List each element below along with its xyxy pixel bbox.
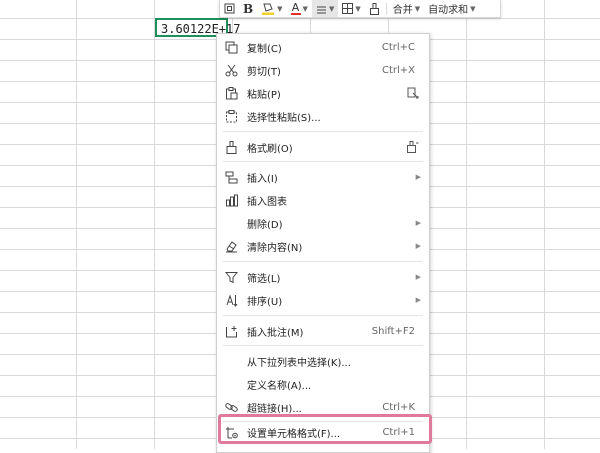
menu-item-label: 选择性粘贴(S)... bbox=[247, 112, 321, 124]
menu-item-label: 插入图表 bbox=[247, 196, 287, 208]
autosum-button[interactable]: 自动求和 ▼ bbox=[424, 0, 479, 17]
menu-separator bbox=[223, 315, 423, 316]
fill-color-icon bbox=[262, 3, 275, 15]
menu-item-copy[interactable]: 复制(C) Ctrl+C bbox=[217, 37, 429, 57]
chevron-down-icon: ▼ bbox=[470, 4, 476, 13]
menu-item-cut[interactable]: 剪切(T) Ctrl+X bbox=[217, 60, 429, 80]
chevron-down-icon: ▼ bbox=[302, 4, 308, 13]
toolbar-separator bbox=[385, 2, 387, 15]
format-cells-icon bbox=[224, 3, 235, 14]
menu-item-label: 超链接(H)... bbox=[247, 403, 302, 415]
menu-item-insert-comment[interactable]: 插入批注(M) Shift+F2 bbox=[217, 321, 429, 341]
submenu-arrow-icon: ▶ bbox=[415, 242, 421, 250]
copy-icon bbox=[224, 40, 238, 54]
borders-button[interactable]: ▼ bbox=[338, 0, 364, 17]
menu-separator bbox=[223, 345, 423, 346]
bold-button[interactable]: B bbox=[239, 0, 257, 17]
align-button[interactable]: ▼ bbox=[311, 0, 339, 17]
menu-item-clear[interactable]: 清除内容(N) ▶ bbox=[217, 236, 429, 256]
menu-item-delete[interactable]: 删除(D) ▶ bbox=[217, 213, 429, 233]
menu-item-sort[interactable]: 排序(U) ▶ bbox=[217, 290, 429, 310]
font-color-bar bbox=[290, 12, 301, 15]
align-center-icon bbox=[316, 6, 326, 13]
menu-item-format-painter[interactable]: 格式刷(O) bbox=[217, 137, 429, 157]
merge-label: 合并 bbox=[392, 5, 413, 16]
menu-item-pick-from-list[interactable]: 从下拉列表中选择(K)... bbox=[217, 351, 429, 371]
format-painter-toolbar-button[interactable] bbox=[365, 0, 384, 17]
merge-button[interactable]: 合并 ▼ bbox=[389, 0, 424, 17]
menu-item-insert[interactable]: 插入(I) ▶ bbox=[217, 167, 429, 187]
menu-item-label: 格式刷(O) bbox=[247, 143, 293, 155]
menu-separator bbox=[223, 161, 423, 162]
menu-item-shortcut: Shift+F2 bbox=[371, 325, 415, 337]
menu-item-define-name[interactable]: 定义名称(A)... bbox=[217, 374, 429, 394]
brush-icon bbox=[224, 140, 238, 154]
highlight-box bbox=[218, 414, 432, 444]
filter-icon bbox=[224, 270, 238, 284]
chevron-down-icon: ▼ bbox=[414, 4, 421, 13]
menu-item-paste[interactable]: 粘贴(P) bbox=[217, 83, 429, 103]
bold-label: B bbox=[243, 1, 254, 16]
chevron-down-icon: ▼ bbox=[328, 4, 335, 13]
menu-item-shortcut: Ctrl+C bbox=[381, 41, 415, 53]
font-color-label: A bbox=[291, 0, 300, 14]
paste-icon bbox=[224, 86, 238, 100]
menu-item-paste-special[interactable]: 选择性粘贴(S)... bbox=[217, 106, 429, 126]
fill-color-button[interactable]: ▼ bbox=[257, 0, 286, 17]
font-color-button[interactable]: A ▼ bbox=[287, 0, 312, 17]
chevron-down-icon: ▼ bbox=[355, 4, 361, 13]
sort-icon bbox=[224, 293, 238, 307]
insert-icon bbox=[224, 170, 238, 184]
menu-separator bbox=[223, 131, 423, 132]
menu-item-label: 从下拉列表中选择(K)... bbox=[247, 357, 351, 369]
context-menu: 复制(C) Ctrl+C 剪切(T) Ctrl+X 粘贴(P) 选择性粘贴(S)… bbox=[216, 33, 430, 453]
menu-item-insert-chart[interactable]: 插入图表 bbox=[217, 190, 429, 210]
link-icon bbox=[224, 400, 238, 414]
menu-item-label: 筛选(L) bbox=[247, 273, 281, 285]
scissors-icon bbox=[224, 63, 238, 77]
menu-item-shortcut: Ctrl+K bbox=[382, 401, 415, 413]
submenu-arrow-icon: ▶ bbox=[415, 219, 421, 227]
brush-icon bbox=[369, 2, 379, 15]
bar-chart-icon bbox=[224, 193, 238, 207]
format-painter-options-icon[interactable] bbox=[407, 141, 419, 153]
submenu-arrow-icon: ▶ bbox=[415, 296, 421, 304]
menu-item-label: 清除内容(N) bbox=[247, 242, 303, 254]
submenu-arrow-icon: ▶ bbox=[415, 173, 421, 181]
eraser-icon bbox=[224, 239, 238, 253]
menu-item-label: 插入批注(M) bbox=[247, 327, 304, 339]
paste-options-icon[interactable] bbox=[407, 87, 419, 99]
borders-icon bbox=[342, 3, 354, 14]
menu-item-shortcut: Ctrl+X bbox=[381, 64, 415, 76]
menu-item-filter[interactable]: 筛选(L) ▶ bbox=[217, 267, 429, 287]
format-cells-toolbar-button[interactable] bbox=[220, 0, 239, 17]
paste-special-icon bbox=[224, 109, 238, 123]
menu-item-label: 删除(D) bbox=[247, 219, 283, 231]
menu-separator bbox=[223, 261, 423, 262]
chevron-down-icon: ▼ bbox=[277, 4, 283, 13]
menu-item-label: 粘贴(P) bbox=[247, 89, 281, 101]
menu-item-label: 复制(C) bbox=[247, 43, 282, 55]
mini-toolbar: B ▼ A ▼ ▼ ▼ 合并 ▼ 自动求和 ▼ bbox=[219, 0, 501, 18]
autosum-label: 自动求和 bbox=[428, 5, 469, 16]
submenu-arrow-icon: ▶ bbox=[415, 273, 421, 281]
menu-item-label: 剪切(T) bbox=[247, 66, 281, 78]
menu-item-label: 插入(I) bbox=[247, 173, 278, 185]
menu-item-label: 定义名称(A)... bbox=[247, 380, 312, 392]
menu-item-label: 排序(U) bbox=[247, 296, 283, 308]
comment-icon bbox=[224, 324, 238, 338]
